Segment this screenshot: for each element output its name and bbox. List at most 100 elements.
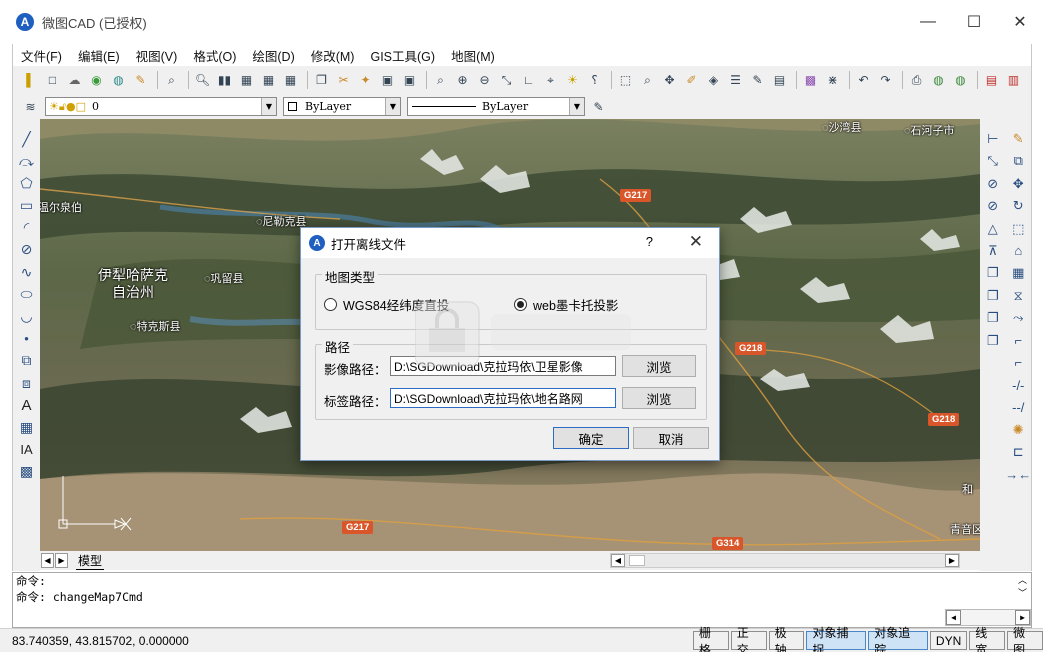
dim-linear-icon[interactable]: ⊢ (983, 129, 1003, 149)
layer-manager-icon[interactable]: ≋ (21, 97, 40, 116)
table-icon[interactable]: ▤ (770, 71, 789, 90)
help-button[interactable]: ? (646, 234, 653, 249)
scroll-left-button[interactable]: ◀ (946, 610, 961, 625)
match-icon[interactable]: ✦ (356, 71, 375, 90)
radio-web-mercator[interactable]: web墨卡托投影 (514, 295, 618, 314)
layer-props-icon[interactable]: ◈ (704, 71, 723, 90)
command-window[interactable]: 命令: 命令: changeMap7Cmd ︿ ﹀ ◀ ▶ (12, 572, 1032, 628)
chevron-down-icon[interactable]: ▼ (569, 98, 584, 115)
chevron-down-icon[interactable]: ▼ (261, 98, 276, 115)
point-icon[interactable]: ● (17, 329, 37, 349)
grid-b-icon[interactable]: ▦ (259, 71, 278, 90)
explode-object-icon[interactable]: ✺ (1008, 420, 1028, 440)
measure-icon[interactable]: ⤡ (497, 71, 516, 90)
radio-button[interactable] (324, 298, 337, 311)
table-icon[interactable]: ▦ (17, 417, 37, 437)
scroll-thumb[interactable] (629, 555, 645, 566)
grid-a-icon[interactable]: ▦ (237, 71, 256, 90)
save-icon[interactable]: ▣ (378, 71, 397, 90)
select-icon[interactable]: ⬚ (616, 71, 635, 90)
zoom-in-icon[interactable]: ⊕ (453, 71, 472, 90)
maximize-button[interactable]: ☐ (951, 0, 997, 44)
make-block-icon[interactable]: ⧈ (17, 373, 37, 393)
rectangle-icon[interactable]: ▭ (17, 196, 37, 216)
dim-aligned-icon[interactable]: ⤡ (983, 151, 1003, 171)
color-select[interactable]: ByLayer ▼ (283, 97, 401, 116)
chamfer-icon[interactable]: ⌐ (1008, 353, 1028, 373)
extend-icon[interactable]: --/ (1008, 398, 1028, 418)
label-browse-button[interactable]: 浏览 (622, 387, 696, 409)
pencil-icon[interactable]: ✎ (131, 71, 150, 90)
close-button[interactable]: ✕ (997, 0, 1043, 44)
polygon-icon[interactable]: ⬠ (17, 173, 37, 193)
open-green-icon[interactable]: ◉ (87, 71, 106, 90)
grid-c-icon[interactable]: ▦ (281, 71, 300, 90)
light-icon[interactable]: ☀ (563, 71, 582, 90)
paste-icon[interactable]: ✂ (334, 71, 353, 90)
ellipse-icon[interactable]: ⬭ (17, 284, 37, 304)
mtext-icon[interactable]: IA (17, 440, 37, 460)
join-icon[interactable]: →← (1005, 465, 1031, 485)
layers-icon[interactable]: ☰ (726, 71, 745, 90)
scroll-right-button[interactable]: ▶ (945, 554, 959, 567)
menu-gis-tools[interactable]: GIS工具(G) (362, 46, 443, 65)
dim-baseline-icon[interactable]: ⊼ (983, 241, 1003, 261)
brush-icon[interactable]: ✐ (682, 71, 701, 90)
menu-modify[interactable]: 修改(M) (303, 46, 363, 65)
globe-b-icon[interactable]: ◍ (951, 71, 970, 90)
map-horizontal-scrollbar[interactable]: ◀ ▶ (610, 553, 960, 568)
pdf-icon[interactable]: ▤ (982, 71, 1001, 90)
menu-format[interactable]: 格式(O) (185, 46, 244, 65)
dim-angle-icon[interactable]: △ (983, 219, 1003, 239)
label-path-input[interactable] (390, 388, 616, 408)
open-cloud-icon[interactable]: ☁ (65, 71, 84, 90)
dyn-toggle[interactable]: DYN (929, 631, 968, 650)
osnap-toggle[interactable]: 对象捕捉 (806, 626, 867, 657)
chevron-down-icon[interactable]: ﹀ (1018, 586, 1027, 599)
break-icon[interactable]: ⊏ (1008, 442, 1028, 462)
dialog-close-button[interactable]: ✕ (689, 232, 703, 252)
print-icon[interactable]: ⎙ (907, 71, 926, 90)
layer-stack-d-icon[interactable]: ❐ (983, 331, 1003, 351)
redo-icon[interactable]: ↷ (876, 71, 895, 90)
zoom-out-icon[interactable]: ⊖ (475, 71, 494, 90)
radio-wgs84[interactable]: WGS84经纬度直投 (324, 295, 449, 314)
help-pointer-icon[interactable]: ⸮ (585, 71, 604, 90)
zoom-window-icon[interactable]: ⌕ (162, 71, 181, 90)
save-as-icon[interactable]: ▣ (400, 71, 419, 90)
menu-file[interactable]: 文件(F) (13, 46, 70, 65)
ok-button[interactable]: 确定 (553, 427, 629, 449)
new-file-icon[interactable]: □ (43, 71, 62, 90)
ellipse-arc-icon[interactable]: ◡ (17, 307, 37, 327)
image-export-icon[interactable]: ▥ (1004, 71, 1023, 90)
menu-map[interactable]: 地图(M) (443, 46, 503, 65)
globe-icon[interactable]: ◍ (109, 71, 128, 90)
layer-stack-c-icon[interactable]: ❐ (983, 308, 1003, 328)
angle-icon[interactable]: ∟ (519, 71, 538, 90)
find-icon[interactable]: ⌕ (638, 71, 657, 90)
chevron-down-icon[interactable]: ▼ (385, 98, 400, 115)
line-icon[interactable]: ╱ (17, 129, 37, 149)
area-icon[interactable]: ⌖ (541, 71, 560, 90)
image-browse-button[interactable]: 浏览 (622, 355, 696, 377)
scroll-left-button[interactable]: ◀ (611, 554, 625, 567)
tab-prev-button[interactable]: ◀ (41, 553, 54, 568)
circle-icon[interactable]: ⊘ (17, 240, 37, 260)
explode-icon[interactable]: ⋇ (823, 71, 842, 90)
ortho-toggle[interactable]: 正交 (730, 626, 767, 657)
trim-icon[interactable]: -/- (1008, 375, 1028, 395)
minimize-button[interactable]: — (905, 0, 951, 44)
binoculars-icon[interactable]: ▮▮ (215, 71, 234, 90)
lineweight-icon[interactable]: ✎ (589, 97, 608, 116)
image-path-input[interactable] (390, 356, 616, 376)
lineweight-toggle[interactable]: 线宽 (969, 626, 1006, 657)
polar-toggle[interactable]: 极轴 (768, 626, 805, 657)
zoom-icon[interactable]: 🔍︎ (193, 71, 212, 90)
hatch-icon[interactable]: ▩ (17, 462, 37, 482)
weitu-toggle[interactable]: 微图 (1007, 626, 1043, 657)
text-icon[interactable]: A (17, 395, 37, 415)
otrack-toggle[interactable]: 对象追踪 (868, 626, 928, 657)
edit-line-icon[interactable]: ✎ (748, 71, 767, 90)
menu-draw[interactable]: 绘图(D) (244, 46, 302, 65)
command-vertical-scrollbar[interactable]: ︿ ﹀ (1014, 573, 1031, 607)
